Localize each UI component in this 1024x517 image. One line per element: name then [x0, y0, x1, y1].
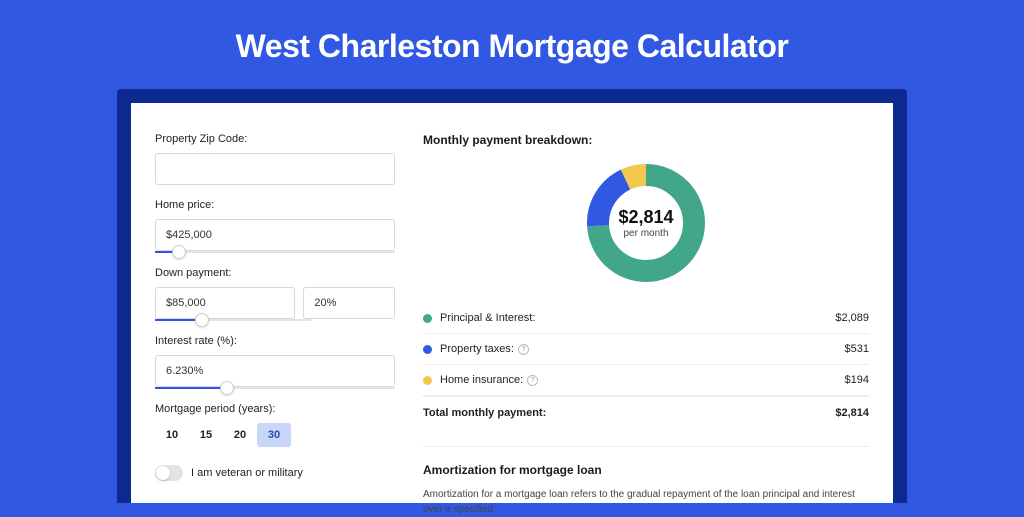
home-price-slider[interactable] [155, 251, 395, 253]
legend-principal-value: $2,089 [835, 312, 869, 324]
interest-rate-label: Interest rate (%): [155, 335, 395, 347]
home-price-input[interactable] [155, 219, 395, 251]
legend-principal-label: Principal & Interest: [440, 312, 835, 324]
total-label: Total monthly payment: [423, 407, 835, 419]
calculator-card: Property Zip Code: Home price: Down paym… [131, 103, 893, 503]
period-btn-10[interactable]: 10 [155, 423, 189, 447]
down-payment-group: Down payment: [155, 267, 395, 321]
period-buttons: 10 15 20 30 [155, 423, 395, 447]
down-payment-slider[interactable] [155, 319, 311, 321]
veteran-label: I am veteran or military [191, 467, 303, 479]
legend-insurance-value: $194 [845, 374, 869, 386]
slider-thumb[interactable] [195, 313, 209, 327]
amortization-section: Amortization for mortgage loan Amortizat… [423, 446, 869, 517]
legend-taxes-value: $531 [845, 343, 869, 355]
toggle-knob [156, 466, 170, 480]
breakdown-title: Monthly payment breakdown: [423, 133, 869, 147]
period-btn-20[interactable]: 20 [223, 423, 257, 447]
info-icon[interactable]: ? [518, 344, 529, 355]
legend-principal: Principal & Interest: $2,089 [423, 303, 869, 334]
total-value: $2,814 [835, 407, 869, 419]
interest-rate-slider[interactable] [155, 387, 395, 389]
veteran-toggle[interactable] [155, 465, 183, 481]
down-payment-amount-input[interactable] [155, 287, 295, 319]
period-label: Mortgage period (years): [155, 403, 395, 415]
zip-label: Property Zip Code: [155, 133, 395, 145]
home-price-label: Home price: [155, 199, 395, 211]
slider-thumb[interactable] [172, 245, 186, 259]
zip-input[interactable] [155, 153, 395, 185]
dot-principal-icon [423, 314, 432, 323]
donut-amount: $2,814 [618, 207, 673, 228]
donut-sub: per month [623, 228, 668, 239]
card-frame: Property Zip Code: Home price: Down paym… [117, 89, 907, 503]
home-price-group: Home price: [155, 199, 395, 253]
period-btn-30[interactable]: 30 [257, 423, 291, 447]
donut-chart: $2,814 per month [584, 161, 708, 285]
legend-total: Total monthly payment: $2,814 [423, 396, 869, 428]
slider-fill [155, 387, 227, 389]
legend-insurance-text: Home insurance: [440, 374, 523, 386]
down-payment-pct-input[interactable] [303, 287, 395, 319]
veteran-row: I am veteran or military [155, 465, 395, 481]
legend-taxes: Property taxes: ? $531 [423, 334, 869, 365]
info-icon[interactable]: ? [527, 375, 538, 386]
dot-insurance-icon [423, 376, 432, 385]
legend-insurance-label: Home insurance: ? [440, 374, 845, 386]
amortization-text: Amortization for a mortgage loan refers … [423, 487, 869, 517]
amortization-title: Amortization for mortgage loan [423, 463, 869, 477]
inputs-column: Property Zip Code: Home price: Down paym… [155, 133, 395, 503]
legend-taxes-text: Property taxes: [440, 343, 514, 355]
legend-taxes-label: Property taxes: ? [440, 343, 845, 355]
page-title: West Charleston Mortgage Calculator [0, 0, 1024, 89]
slider-thumb[interactable] [220, 381, 234, 395]
breakdown-column: Monthly payment breakdown: $2,814 per mo… [423, 133, 869, 503]
donut-center: $2,814 per month [584, 161, 708, 285]
dot-taxes-icon [423, 345, 432, 354]
period-btn-15[interactable]: 15 [189, 423, 223, 447]
period-group: Mortgage period (years): 10 15 20 30 [155, 403, 395, 447]
zip-field-group: Property Zip Code: [155, 133, 395, 185]
interest-rate-input[interactable] [155, 355, 395, 387]
legend-insurance: Home insurance: ? $194 [423, 365, 869, 396]
down-payment-label: Down payment: [155, 267, 395, 279]
donut-wrap: $2,814 per month [423, 161, 869, 285]
interest-rate-group: Interest rate (%): [155, 335, 395, 389]
